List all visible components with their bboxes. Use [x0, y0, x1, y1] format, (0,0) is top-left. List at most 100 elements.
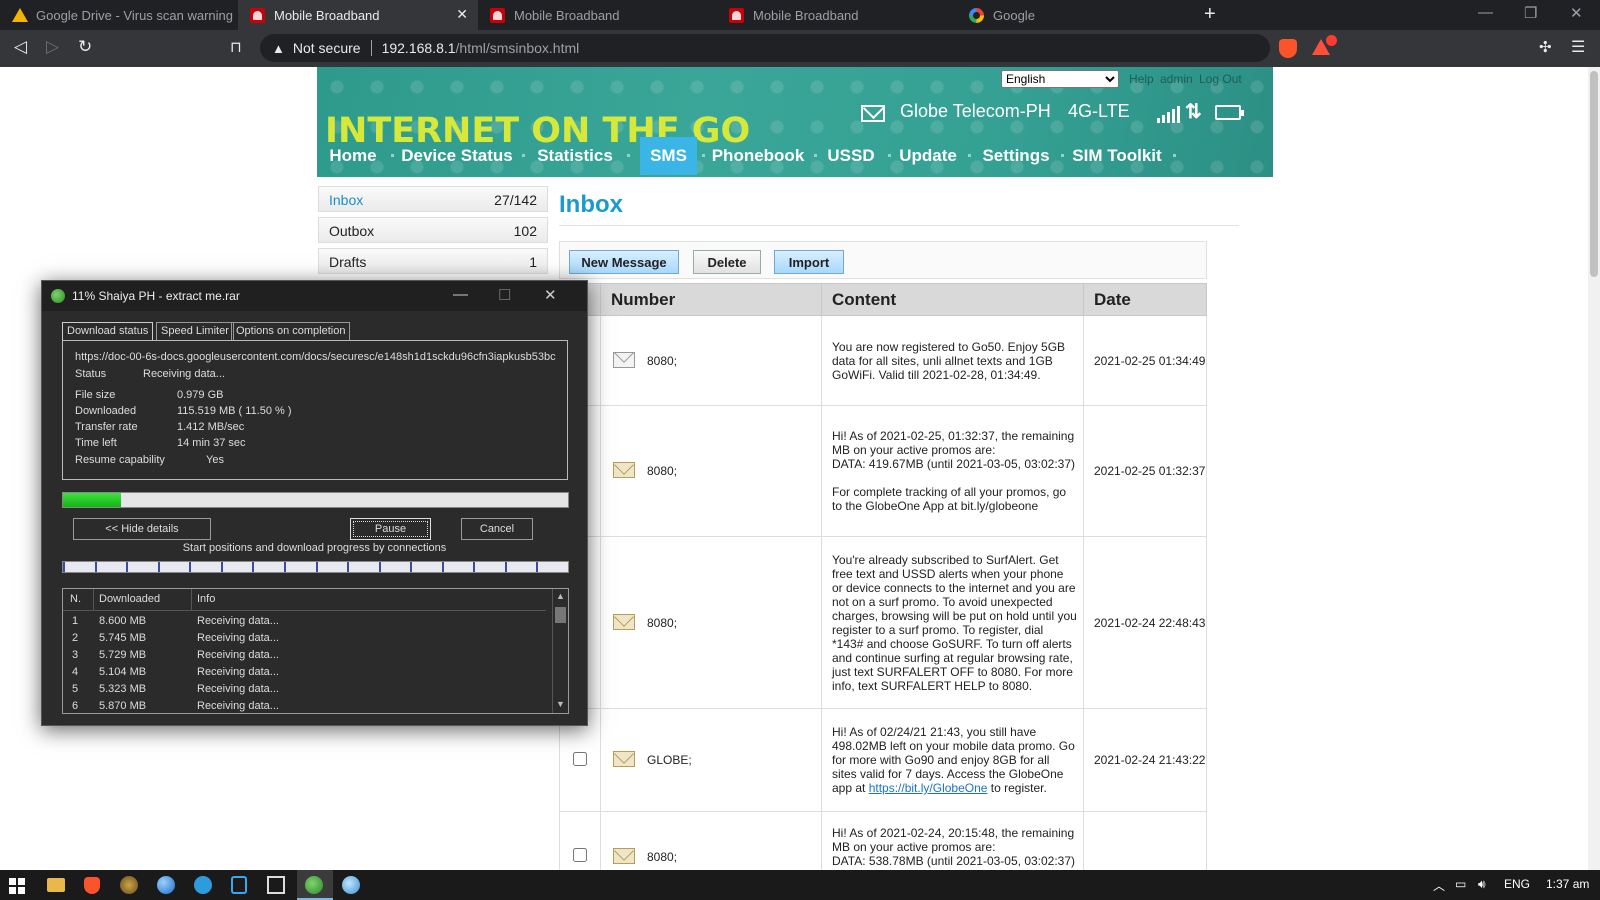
file-explorer-icon[interactable]: [47, 878, 65, 892]
close-icon[interactable]: ✕: [544, 286, 557, 304]
sidebar-item-outbox[interactable]: Outbox 102: [318, 217, 548, 243]
brave-browser-icon[interactable]: [84, 877, 100, 894]
logout-link[interactable]: Log Out: [1199, 72, 1242, 86]
cancel-button[interactable]: Cancel: [461, 518, 533, 540]
nav-settings[interactable]: Settings: [975, 137, 1057, 175]
nav-ussd[interactable]: USSD: [818, 137, 884, 175]
network-icon[interactable]: ▭: [1455, 877, 1466, 891]
connection-number: 3: [72, 649, 79, 661]
window-app-icon[interactable]: [267, 876, 285, 894]
tab-speed-limiter[interactable]: Speed Limiter: [156, 322, 234, 340]
game-app-icon[interactable]: [120, 876, 138, 894]
tab-mobile-broadband-3[interactable]: Mobile Broadband: [717, 0, 957, 30]
nav-statistics[interactable]: Statistics: [527, 137, 623, 175]
nav-separator: [1173, 154, 1176, 157]
new-tab-icon[interactable]: +: [1204, 3, 1216, 26]
column-header-content: Content: [821, 283, 1084, 316]
reload-icon[interactable]: ↻: [78, 37, 92, 57]
table-row[interactable]: 8080; Hi! As of 2021-02-25, 01:32:37, th…: [559, 405, 1207, 537]
import-button[interactable]: Import: [774, 250, 844, 274]
mail-icon[interactable]: [861, 105, 885, 122]
browser-toolbar: ◁ ▷ ↻ ⊓ ▲ Not secure 192.168.8.1 /html/s…: [0, 30, 1600, 67]
scrollbar-thumb[interactable]: [1590, 71, 1598, 277]
sidebar-item-drafts[interactable]: Drafts 1: [318, 248, 548, 274]
nav-update[interactable]: Update: [893, 137, 963, 175]
warning-icon: ▲: [272, 40, 285, 56]
tab-download-status[interactable]: Download status: [62, 322, 154, 340]
close-window-icon[interactable]: ✕: [1570, 4, 1583, 22]
scroll-down-icon[interactable]: ▼: [556, 699, 565, 709]
table-row[interactable]: 8080; Hi! As of 2021-02-24, 20:15:48, th…: [559, 811, 1207, 870]
tab-mobile-broadband-2[interactable]: Mobile Broadband: [478, 0, 718, 30]
clock[interactable]: 1:37 am: [1546, 877, 1589, 891]
chevron-up-icon[interactable]: ︿: [1433, 877, 1445, 894]
separator: [370, 40, 372, 56]
list-item[interactable]: 5 5.323 MB Receiving data...: [63, 681, 546, 698]
tab-google-drive[interactable]: Google Drive - Virus scan warning: [0, 0, 238, 30]
table-row[interactable]: GLOBE; Hi! As of 02/24/21 21:43, you sti…: [559, 708, 1207, 812]
steam-icon[interactable]: [157, 876, 175, 894]
security-label: Not secure: [292, 40, 361, 56]
windows-start-icon[interactable]: [9, 878, 25, 894]
minimize-icon[interactable]: —: [453, 286, 468, 303]
list-item[interactable]: 4 5.104 MB Receiving data...: [63, 664, 546, 681]
language-select[interactable]: English: [1001, 70, 1119, 88]
sidebar-item-label: Outbox: [329, 223, 375, 239]
menu-icon[interactable]: ☰: [1571, 37, 1585, 57]
url-path: /html/smsinbox.html: [455, 40, 580, 56]
detail-label: Time left: [75, 437, 117, 449]
sidebar-item-inbox[interactable]: Inbox 27/142: [318, 186, 548, 212]
back-icon[interactable]: ◁: [14, 37, 27, 57]
new-message-button[interactable]: New Message: [569, 250, 679, 274]
nav-sim-toolkit[interactable]: SIM Toolkit: [1067, 137, 1167, 175]
connection-info: Receiving data...: [197, 683, 279, 695]
app-icon[interactable]: [342, 876, 360, 894]
language-indicator[interactable]: ENG: [1504, 877, 1530, 891]
date-cell: 2021-02-24 22:48:43: [1083, 536, 1207, 709]
scroll-up-icon[interactable]: ▲: [556, 591, 565, 601]
header-banner: INTERNET ON THE GO English Help admin Lo…: [317, 67, 1273, 177]
bookmark-icon[interactable]: ⊓: [230, 38, 242, 56]
list-scrollbar-thumb[interactable]: [555, 607, 566, 623]
close-tab-icon[interactable]: ✕: [456, 6, 468, 23]
detail-value: 0.979 GB: [177, 389, 224, 401]
tab-google[interactable]: Google: [957, 0, 1197, 30]
volume-icon[interactable]: 🔊︎: [1478, 877, 1486, 892]
list-item[interactable]: 2 5.745 MB Receiving data...: [63, 630, 546, 647]
help-link[interactable]: Help: [1129, 72, 1154, 86]
restore-icon[interactable]: ❐: [1524, 4, 1537, 22]
table-header: Number Content Date: [559, 283, 1207, 316]
idm-taskbar-icon[interactable]: [305, 876, 323, 894]
row-checkbox[interactable]: [573, 751, 587, 766]
table-row[interactable]: 8080; You are now registered to Go50. En…: [559, 315, 1207, 406]
dialog-titlebar[interactable]: 11% Shaiya PH - extract me.rar — ☐ ✕: [42, 281, 587, 311]
list-item[interactable]: 3 5.729 MB Receiving data...: [63, 647, 546, 664]
tab-mobile-broadband-active[interactable]: Mobile Broadband ✕: [238, 0, 478, 30]
brave-shields-icon[interactable]: [1279, 39, 1297, 58]
row-checkbox[interactable]: [573, 848, 587, 862]
phone-link-icon[interactable]: [231, 876, 247, 894]
tab-options-on-completion[interactable]: Options on completion: [231, 322, 351, 340]
address-bar[interactable]: ▲ Not secure 192.168.8.1 /html/smsinbox.…: [260, 34, 1270, 62]
google-drive-icon: [12, 8, 28, 22]
page-scrollbar[interactable]: [1588, 67, 1600, 870]
list-item[interactable]: 1 8.600 MB Receiving data...: [63, 613, 546, 630]
nav-sms[interactable]: SMS: [640, 137, 697, 175]
extensions-icon[interactable]: ✣: [1539, 38, 1552, 56]
list-item[interactable]: 6 5.870 MB Receiving data...: [63, 698, 546, 713]
nav-device-status[interactable]: Device Status: [397, 137, 517, 175]
delete-button[interactable]: Delete: [693, 250, 761, 274]
nav-home[interactable]: Home: [320, 137, 386, 175]
app-icon[interactable]: [194, 876, 212, 894]
forward-icon[interactable]: ▷: [46, 37, 59, 57]
nav-phonebook[interactable]: Phonebook: [706, 137, 810, 175]
connection-marker: [536, 562, 539, 572]
pause-button[interactable]: Pause: [350, 518, 431, 540]
table-row[interactable]: 8080; You're already subscribed to SurfA…: [559, 536, 1207, 709]
hide-details-button[interactable]: << Hide details: [73, 518, 211, 540]
connection-downloaded: 5.745 MB: [99, 632, 147, 644]
list-scrollbar[interactable]: ▲ ▼: [552, 589, 568, 713]
globeone-link[interactable]: https://bit.ly/GlobeOne: [869, 781, 988, 795]
sidebar-item-count: 102: [513, 223, 537, 239]
minimize-icon[interactable]: —: [1478, 4, 1493, 21]
